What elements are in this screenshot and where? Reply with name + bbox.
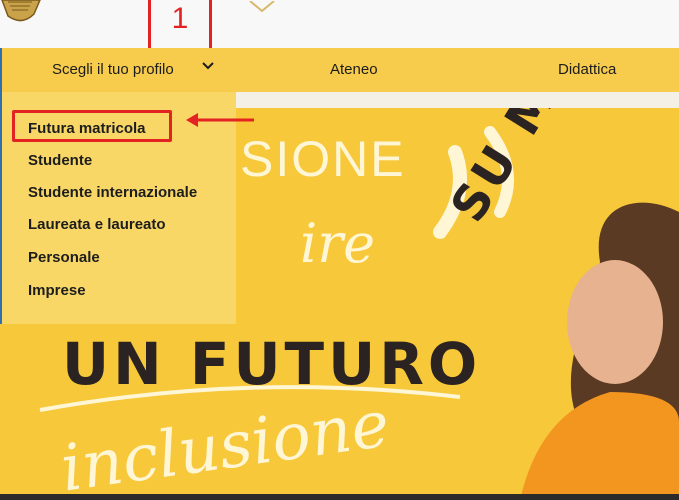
brand-mark: [248, 0, 278, 12]
chevron-down-icon[interactable]: [200, 58, 216, 74]
dropdown-item-personale[interactable]: Personale: [28, 249, 100, 266]
main-nav: Scegli il tuo profilo Ateneo Didattica: [0, 48, 679, 92]
profile-menu-toggle[interactable]: Scegli il tuo profilo: [52, 48, 174, 92]
hero-text-un-futuro: UN FUTURO: [62, 330, 482, 398]
highlight-box: [12, 110, 172, 142]
hero-text-sione: SIONE: [240, 131, 406, 187]
app-screen: 1 Scegli il tuo profilo Ateneo Didattica…: [0, 0, 679, 500]
dropdown-item-studente-internazionale[interactable]: Studente internazionale: [28, 184, 197, 201]
annotation-arrow-icon: [186, 113, 254, 127]
dropdown-item-studente[interactable]: Studente: [28, 152, 92, 169]
top-header: 1: [0, 0, 679, 52]
dropdown-item-imprese[interactable]: Imprese: [28, 282, 86, 299]
step-annotation: 1: [148, 0, 212, 52]
bottom-edge: [0, 494, 679, 500]
hero-text-ire: ire: [300, 212, 376, 275]
nav-item-didattica[interactable]: Didattica: [558, 48, 616, 92]
nav-item-ateneo[interactable]: Ateneo: [330, 48, 378, 92]
dropdown-item-laureata-laureato[interactable]: Laureata e laureato: [28, 216, 166, 233]
university-logo[interactable]: [0, 0, 42, 22]
